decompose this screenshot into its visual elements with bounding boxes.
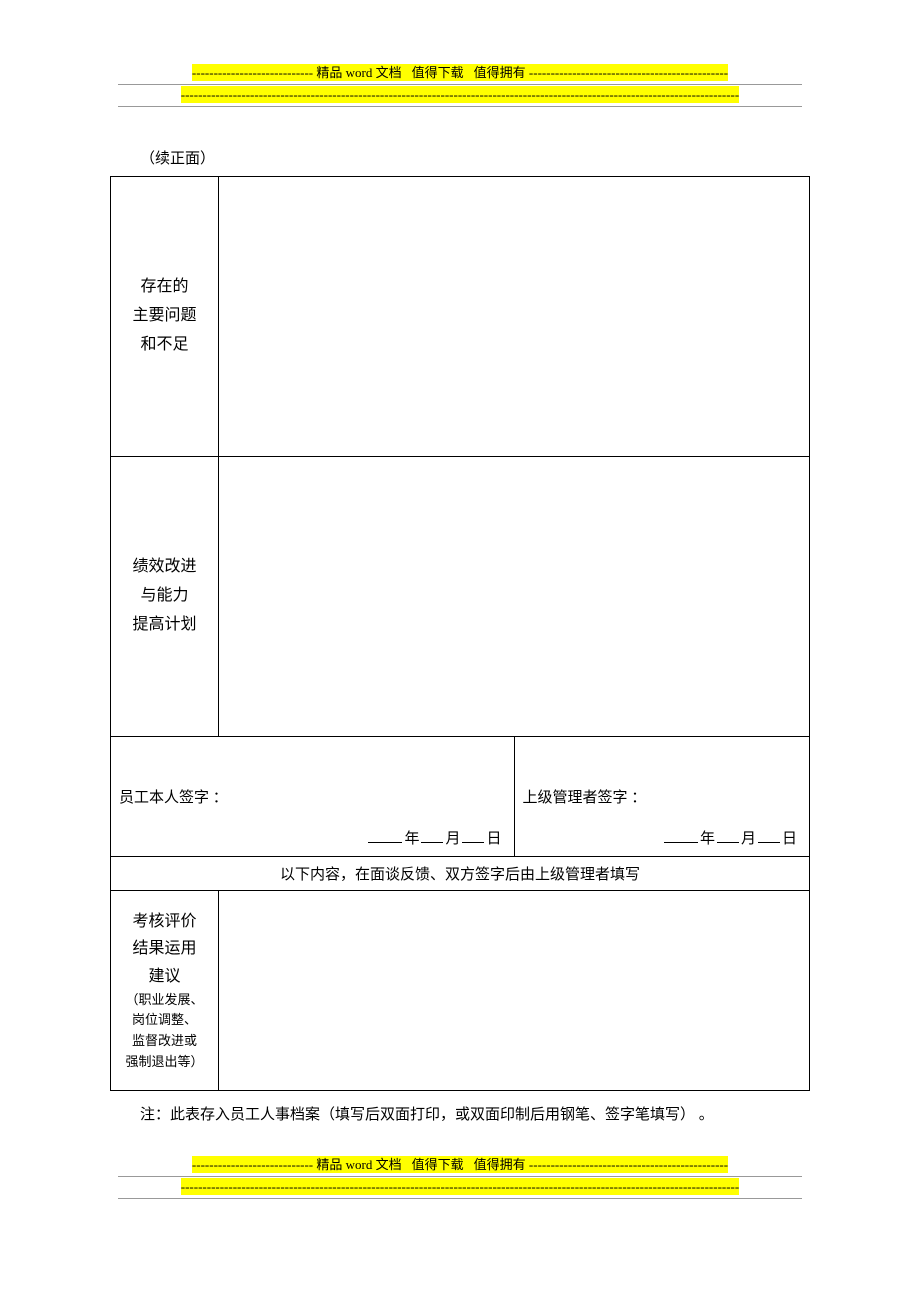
banner-worth-dl: 值得下载: [412, 65, 464, 80]
bottom-banner-2: ----------------------------------------…: [110, 1179, 810, 1196]
banner-dash-right-b: ----------------------------------------…: [529, 1157, 728, 1172]
top-banner: ---------------------------- 精品 word 文档值…: [110, 62, 810, 82]
footnote: 注：此表存入员工人事档案（填写后双面打印，或双面印制后用钢笔、签字笔填写） 。: [140, 1103, 810, 1124]
top-banner-2: ----------------------------------------…: [110, 87, 810, 104]
page: ---------------------------- 精品 word 文档值…: [0, 0, 920, 1199]
banner-text: 精品: [316, 65, 342, 80]
row-section-header: 以下内容，在面谈反馈、双方签字后由上级管理者填写: [111, 857, 810, 891]
banner-dashes-2b: ----------------------------------------…: [181, 1178, 739, 1195]
label-eval-main: 考核评价 结果运用 建议: [119, 908, 210, 990]
banner-worth-dl-b: 值得下载: [412, 1157, 464, 1172]
section-header: 以下内容，在面谈反馈、双方签字后由上级管理者填写: [111, 857, 810, 891]
date-day-1: 日: [486, 831, 501, 847]
banner-highlight: ---------------------------- 精品 word 文档值…: [192, 64, 728, 81]
continued-label: （续正面）: [140, 147, 810, 168]
banner-text-doc: 文档: [376, 65, 402, 80]
divider-line-1b: [118, 1176, 802, 1177]
banner-worth-own-b: 值得拥有: [474, 1157, 526, 1172]
label-eval: 考核评价 结果运用 建议 （职业发展、 岗位调整、 监督改进或 强制退出等）: [111, 891, 219, 1091]
banner-dash-left-b: ----------------------------: [192, 1157, 313, 1172]
field-eval[interactable]: [219, 891, 810, 1091]
row-signatures: 员工本人签字 ： 年 月 日 上级管理者签字 ： 年 月 日: [111, 737, 810, 857]
sig-employee-cell[interactable]: 员工本人签字 ： 年 月 日: [111, 737, 515, 857]
label-problems-text: 存在的 主要问题 和不足: [132, 278, 196, 353]
bottom-banner-wrap: ---------------------------- 精品 word 文档值…: [110, 1154, 810, 1199]
sig-employee-label: 员工本人签字 ：: [119, 790, 228, 806]
label-improve: 绩效改进 与能力 提高计划: [111, 457, 219, 737]
banner-word-en: word: [346, 65, 373, 80]
field-problems[interactable]: [219, 177, 810, 457]
row-improve: 绩效改进 与能力 提高计划: [111, 457, 810, 737]
divider-line-2: [118, 106, 802, 107]
banner-dash-left: ----------------------------: [192, 65, 313, 80]
banner-word-en-b: word: [346, 1157, 373, 1172]
bottom-banner: ---------------------------- 精品 word 文档值…: [110, 1154, 810, 1174]
date-year-1: 年: [404, 831, 419, 847]
row-problems: 存在的 主要问题 和不足: [111, 177, 810, 457]
banner-dash-right: ----------------------------------------…: [529, 65, 728, 80]
label-problems: 存在的 主要问题 和不足: [111, 177, 219, 457]
banner-dashes-2: ----------------------------------------…: [181, 86, 739, 103]
date-month-1: 月: [445, 831, 460, 847]
date-day-2: 日: [782, 831, 797, 847]
sig-manager-label: 上级管理者签字 ：: [523, 790, 647, 806]
banner-text-b: 精品: [316, 1157, 342, 1172]
date-year-2: 年: [700, 831, 715, 847]
label-improve-text: 绩效改进 与能力 提高计划: [132, 558, 196, 633]
divider-line-2b: [118, 1198, 802, 1199]
date-month-2: 月: [741, 831, 756, 847]
sig-manager-date: 年月日: [662, 827, 797, 848]
banner-worth-own: 值得拥有: [474, 65, 526, 80]
divider-line-1: [118, 84, 802, 85]
form-table: 存在的 主要问题 和不足 绩效改进 与能力 提高计划 员工本人签字 ： 年 月 日 …: [110, 176, 810, 1091]
field-improve[interactable]: [219, 457, 810, 737]
row-eval: 考核评价 结果运用 建议 （职业发展、 岗位调整、 监督改进或 强制退出等）: [111, 891, 810, 1091]
banner-highlight-bottom: ---------------------------- 精品 word 文档值…: [192, 1156, 728, 1173]
sig-employee-date: 年月日: [366, 827, 501, 848]
banner-text-doc-b: 文档: [376, 1157, 402, 1172]
label-eval-note: （职业发展、 岗位调整、 监督改进或 强制退出等）: [119, 990, 210, 1073]
sig-manager-cell[interactable]: 上级管理者签字 ： 年 月 日: [514, 737, 810, 857]
